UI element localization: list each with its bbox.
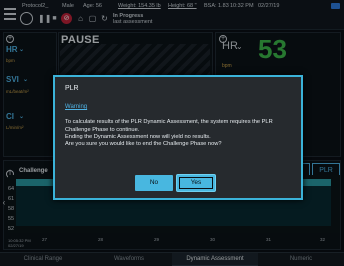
dialog-message-1: To calculate results of the PLR Dynamic … xyxy=(65,119,273,133)
no-button[interactable]: No xyxy=(135,175,173,191)
plr-confirm-dialog: PLR Warning To calculate results of the … xyxy=(53,75,303,200)
dialog-warning: Warning xyxy=(65,104,88,110)
dialog-message-3: Are you sure you would like to end the C… xyxy=(65,141,222,147)
yes-button[interactable]: Yes xyxy=(177,175,215,191)
dialog-title: PLR xyxy=(65,85,79,92)
